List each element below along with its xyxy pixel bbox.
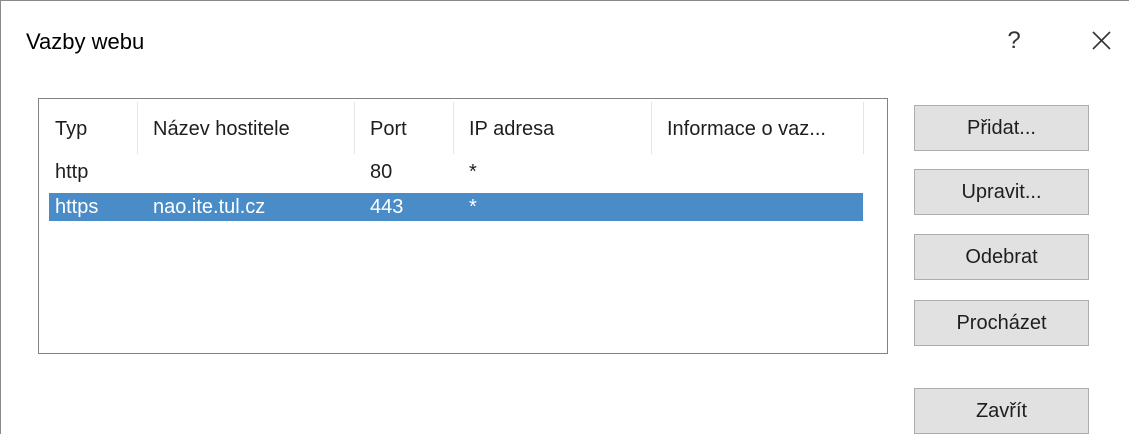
browse-button[interactable]: Procházet bbox=[914, 300, 1089, 346]
cell-port: 80 bbox=[370, 161, 393, 183]
remove-button[interactable]: Odebrat bbox=[914, 234, 1089, 280]
column-divider[interactable] bbox=[453, 102, 454, 154]
table-row[interactable]: http 80 * bbox=[49, 158, 863, 186]
cell-ip: * bbox=[469, 196, 477, 218]
column-divider[interactable] bbox=[651, 102, 652, 154]
cell-hostname: nao.ite.tul.cz bbox=[153, 196, 266, 218]
column-header-ip[interactable]: IP adresa bbox=[463, 100, 653, 156]
cell-info bbox=[661, 193, 863, 221]
close-window-button[interactable] bbox=[1081, 21, 1121, 61]
cell-type: https bbox=[55, 196, 99, 218]
title-bar: Vazby webu ? bbox=[1, 1, 1129, 83]
column-divider[interactable] bbox=[354, 102, 355, 154]
cell-port: 443 bbox=[370, 196, 404, 218]
column-header-type[interactable]: Typ bbox=[49, 100, 139, 156]
column-divider[interactable] bbox=[137, 102, 138, 154]
close-icon bbox=[1092, 31, 1111, 50]
edit-button[interactable]: Upravit... bbox=[914, 169, 1089, 215]
column-header-hostname[interactable]: Název hostitele bbox=[147, 100, 357, 156]
add-button[interactable]: Přidat... bbox=[914, 105, 1089, 151]
dialog-title: Vazby webu bbox=[26, 29, 145, 54]
cell-type: http bbox=[55, 161, 89, 183]
bindings-list[interactable]: Typ Název hostitele Port IP adresa Infor… bbox=[38, 98, 888, 354]
help-button[interactable]: ? bbox=[996, 21, 1032, 61]
site-bindings-dialog: Vazby webu ? Typ Název hostitele Port IP… bbox=[0, 0, 1129, 434]
list-header: Typ Název hostitele Port IP adresa Infor… bbox=[49, 100, 887, 156]
cell-info bbox=[661, 158, 863, 186]
table-row[interactable]: https nao.ite.tul.cz 443 * bbox=[49, 193, 863, 221]
column-header-port[interactable]: Port bbox=[364, 100, 454, 156]
column-divider[interactable] bbox=[863, 102, 864, 154]
cell-hostname bbox=[147, 158, 364, 186]
close-button[interactable]: Zavřít bbox=[914, 388, 1089, 434]
cell-ip: * bbox=[469, 161, 477, 183]
column-header-info[interactable]: Informace o vaz... bbox=[661, 100, 866, 156]
